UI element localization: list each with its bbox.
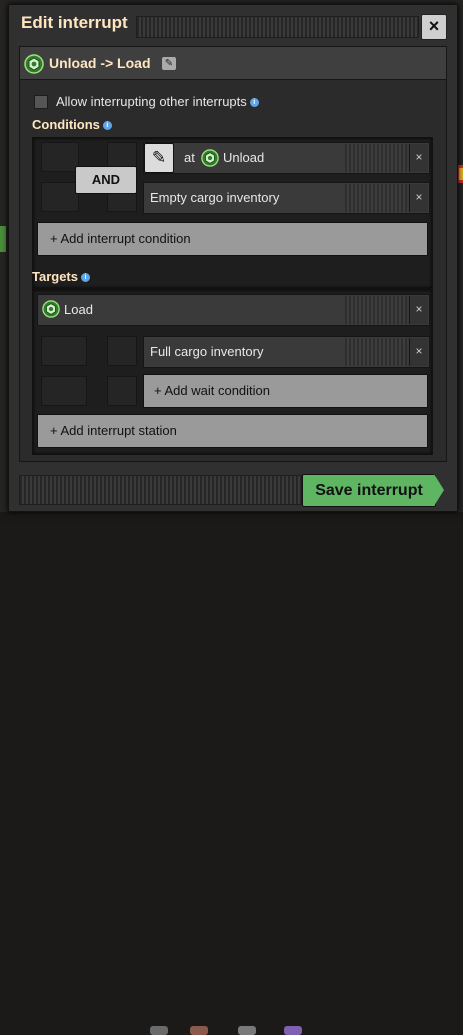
target-station-name: Load bbox=[64, 302, 93, 317]
info-icon: i bbox=[81, 273, 90, 283]
target-station-row[interactable]: Load × bbox=[37, 294, 430, 326]
empty-slot bbox=[107, 336, 137, 366]
remove-station-button[interactable]: × bbox=[409, 296, 428, 324]
and-button[interactable]: AND bbox=[75, 166, 137, 194]
drag-handle[interactable] bbox=[345, 296, 407, 324]
condition-row[interactable]: Empty cargo inventory × bbox=[143, 182, 430, 214]
info-icon: i bbox=[249, 98, 259, 108]
empty-slot bbox=[41, 376, 87, 406]
edit-interrupt-dialog: Edit interrupt × Unload -> Load ✎ Allow … bbox=[8, 4, 458, 512]
drag-handle[interactable] bbox=[345, 338, 407, 366]
add-interrupt-station-button[interactable]: + Add interrupt station bbox=[37, 414, 428, 448]
condition-prefix: at bbox=[184, 150, 195, 165]
quickbar-slot-icon bbox=[190, 1026, 208, 1035]
condition-row[interactable]: ✎ at Unload × bbox=[143, 142, 430, 174]
add-wait-condition-label: + Add wait condition bbox=[154, 383, 270, 398]
empty-slot bbox=[41, 336, 87, 366]
interrupt-name-bar: Unload -> Load ✎ bbox=[20, 47, 446, 80]
drag-handle[interactable] bbox=[19, 475, 302, 505]
wait-condition-row[interactable]: Full cargo inventory × bbox=[143, 336, 430, 368]
rename-icon[interactable]: ✎ bbox=[162, 57, 176, 70]
quickbar-slot-icon bbox=[284, 1026, 302, 1035]
info-icon: i bbox=[102, 121, 112, 131]
add-interrupt-condition-button[interactable]: + Add interrupt condition bbox=[37, 222, 428, 256]
conditions-label: Conditions bbox=[32, 117, 100, 132]
quickbar-slot-icon bbox=[238, 1026, 256, 1035]
save-button-arrow bbox=[434, 474, 444, 506]
quickbar-slot-icon bbox=[150, 1026, 168, 1035]
interrupt-name: Unload -> Load bbox=[49, 55, 151, 71]
remove-condition-button[interactable]: × bbox=[409, 144, 428, 172]
allow-interrupting-checkbox[interactable] bbox=[34, 95, 48, 109]
targets-panel: Load × Full cargo inventory × + Add wait… bbox=[32, 289, 433, 455]
edit-condition-button[interactable]: ✎ bbox=[144, 143, 174, 173]
add-interrupt-station-label: + Add interrupt station bbox=[50, 423, 177, 438]
targets-label: Targets bbox=[32, 269, 78, 284]
train-stop-icon bbox=[42, 300, 60, 323]
background-ui-element bbox=[459, 168, 463, 180]
drag-handle[interactable] bbox=[345, 184, 407, 212]
save-interrupt-button[interactable]: Save interrupt bbox=[302, 474, 436, 507]
remove-wait-condition-button[interactable]: × bbox=[409, 338, 428, 366]
train-stop-icon bbox=[201, 149, 219, 172]
background-ui-element bbox=[0, 226, 6, 252]
quickbar-strip bbox=[0, 512, 463, 1035]
condition-text: Empty cargo inventory bbox=[150, 190, 280, 205]
empty-slot bbox=[41, 142, 79, 172]
interrupt-editor-panel: Unload -> Load ✎ Allow interrupting othe… bbox=[19, 46, 447, 462]
close-button[interactable]: × bbox=[421, 14, 447, 40]
condition-station: Unload bbox=[223, 150, 265, 165]
empty-slot bbox=[107, 376, 137, 406]
add-interrupt-condition-label: + Add interrupt condition bbox=[50, 231, 191, 246]
allow-interrupting-label: Allow interrupting other interrupts bbox=[56, 94, 247, 109]
empty-slot bbox=[41, 182, 79, 212]
wait-condition-text: Full cargo inventory bbox=[150, 344, 264, 359]
drag-handle[interactable] bbox=[136, 16, 419, 38]
remove-condition-button[interactable]: × bbox=[409, 184, 428, 212]
dialog-title: Edit interrupt bbox=[21, 13, 128, 32]
drag-handle[interactable] bbox=[345, 144, 407, 172]
train-stop-icon bbox=[24, 54, 44, 79]
add-wait-condition-button[interactable]: + Add wait condition bbox=[143, 374, 428, 408]
conditions-panel: AND ✎ at Unload × Empty cargo inventory bbox=[32, 137, 433, 289]
